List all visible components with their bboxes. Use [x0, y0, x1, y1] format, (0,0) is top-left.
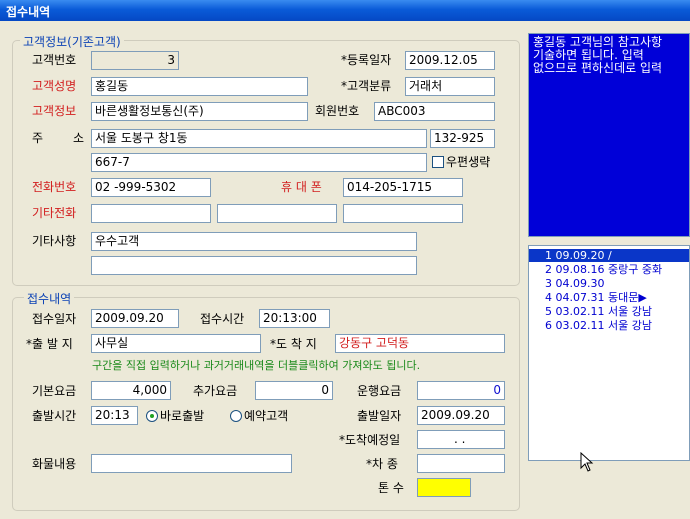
customer-no-label: 고객번호: [32, 53, 77, 67]
history-list[interactable]: 1 09.09.20 / 2 09.08.16 중랑구 중화 3 04.09.3…: [528, 245, 690, 461]
mouse-cursor-icon: [580, 452, 594, 472]
info-field[interactable]: 바른생활정보통신(주): [91, 102, 308, 121]
history-row[interactable]: 6 03.02.11 서울 강남: [529, 319, 689, 332]
phone-field[interactable]: 02 -999-5302: [91, 178, 211, 197]
fare-field[interactable]: 0: [417, 381, 505, 400]
mobile-label: 휴 대 폰: [281, 180, 322, 194]
name-field[interactable]: 홍길동: [91, 77, 308, 96]
arrival-date-field[interactable]: . .: [417, 430, 505, 449]
route-hint-text: 구간을 직접 입력하거나 과거거래내역을 더블클릭하여 가져와도 됩니다.: [92, 359, 421, 372]
address-label-2: 소: [73, 131, 85, 145]
base-fee-field[interactable]: 4,000: [91, 381, 171, 400]
history-row[interactable]: 3 04.09.30: [529, 277, 689, 290]
customer-no-field[interactable]: 3: [91, 51, 179, 70]
fare-label: 운행요금: [357, 384, 402, 398]
name-label: 고객성명: [32, 79, 77, 93]
radio-reservation-label: 예약고객: [244, 409, 289, 423]
address2-field[interactable]: 667-7: [91, 153, 427, 172]
member-no-label: 회원번호: [315, 104, 360, 118]
info-label: 고객정보: [32, 104, 77, 118]
category-field[interactable]: 거래처: [405, 77, 495, 96]
customer-info-legend: 고객정보(기존고객): [20, 33, 124, 50]
origin-field[interactable]: 사무실: [91, 334, 261, 353]
other-phone-label: 기타전화: [32, 206, 77, 220]
destination-label: *도 착 지: [270, 337, 317, 351]
base-fee-label: 기본요금: [32, 384, 77, 398]
other-phone-field-2[interactable]: [217, 204, 337, 223]
notes-field-2[interactable]: [91, 256, 417, 275]
reception-date-label: 접수일자: [32, 312, 77, 326]
cargo-label: 화물내용: [32, 457, 77, 471]
vehicle-label: *차 종: [366, 457, 398, 471]
memo-line-3: 없으므로 편하신데로 입력: [533, 61, 663, 75]
address-label-1: 주: [32, 131, 44, 145]
notes-label: 기타사항: [32, 234, 77, 248]
depart-date-label: 출발일자: [357, 409, 402, 423]
reception-date-field[interactable]: 2009.09.20: [91, 309, 179, 328]
destination-field[interactable]: 강동구 고덕동: [335, 334, 505, 353]
cargo-field[interactable]: [91, 454, 292, 473]
history-row[interactable]: 2 09.08.16 중랑구 중화: [529, 263, 689, 276]
origin-label: *출 발 지: [26, 337, 73, 351]
phone-label: 전화번호: [32, 180, 77, 194]
other-phone-field-1[interactable]: [91, 204, 211, 223]
other-phone-field-3[interactable]: [343, 204, 463, 223]
vehicle-field[interactable]: [417, 454, 505, 473]
history-row[interactable]: 1 09.09.20 /: [529, 249, 689, 262]
reg-date-label: *등록일자: [341, 53, 392, 67]
radio-reservation[interactable]: [230, 410, 242, 422]
extra-fee-label: 추가요금: [193, 384, 238, 398]
reception-time-field[interactable]: 20:13:00: [259, 309, 330, 328]
postal-omit-label: 우편생략: [446, 155, 491, 169]
reg-date-field[interactable]: 2009.12.05: [405, 51, 495, 70]
depart-date-field[interactable]: 2009.09.20: [417, 406, 505, 425]
tonnage-field[interactable]: [417, 478, 471, 497]
history-row[interactable]: 5 03.02.11 서울 강남: [529, 305, 689, 318]
memo-panel[interactable]: 홍길동 고객님의 참고사항 기술하면 됩니다. 입력 없으므로 편하신데로 입력: [528, 33, 690, 237]
tonnage-label: 톤 수: [378, 481, 404, 495]
notes-field-1[interactable]: 우수고객: [91, 232, 417, 251]
window-title: 접수내역: [0, 0, 690, 21]
mobile-field[interactable]: 014-205-1715: [343, 178, 463, 197]
postal-omit-checkbox[interactable]: [432, 156, 444, 168]
category-label: *고객분류: [341, 79, 392, 93]
depart-time-label: 출발시간: [32, 409, 77, 423]
radio-immediate-label: 바로출발: [160, 409, 205, 423]
member-no-field[interactable]: ABC003: [374, 102, 495, 121]
extra-fee-field[interactable]: 0: [255, 381, 333, 400]
arrival-date-label: *도착예정일: [339, 433, 401, 447]
address1-field[interactable]: 서울 도봉구 창1동: [91, 129, 427, 148]
reception-legend: 접수내역: [24, 290, 75, 307]
history-row[interactable]: 4 04.07.31 동대문▶: [529, 291, 689, 304]
depart-time-field[interactable]: 20:13: [91, 406, 138, 425]
postcode-field[interactable]: 132-925: [430, 129, 495, 148]
radio-immediate-departure[interactable]: [146, 410, 158, 422]
reception-time-label: 접수시간: [200, 312, 245, 326]
